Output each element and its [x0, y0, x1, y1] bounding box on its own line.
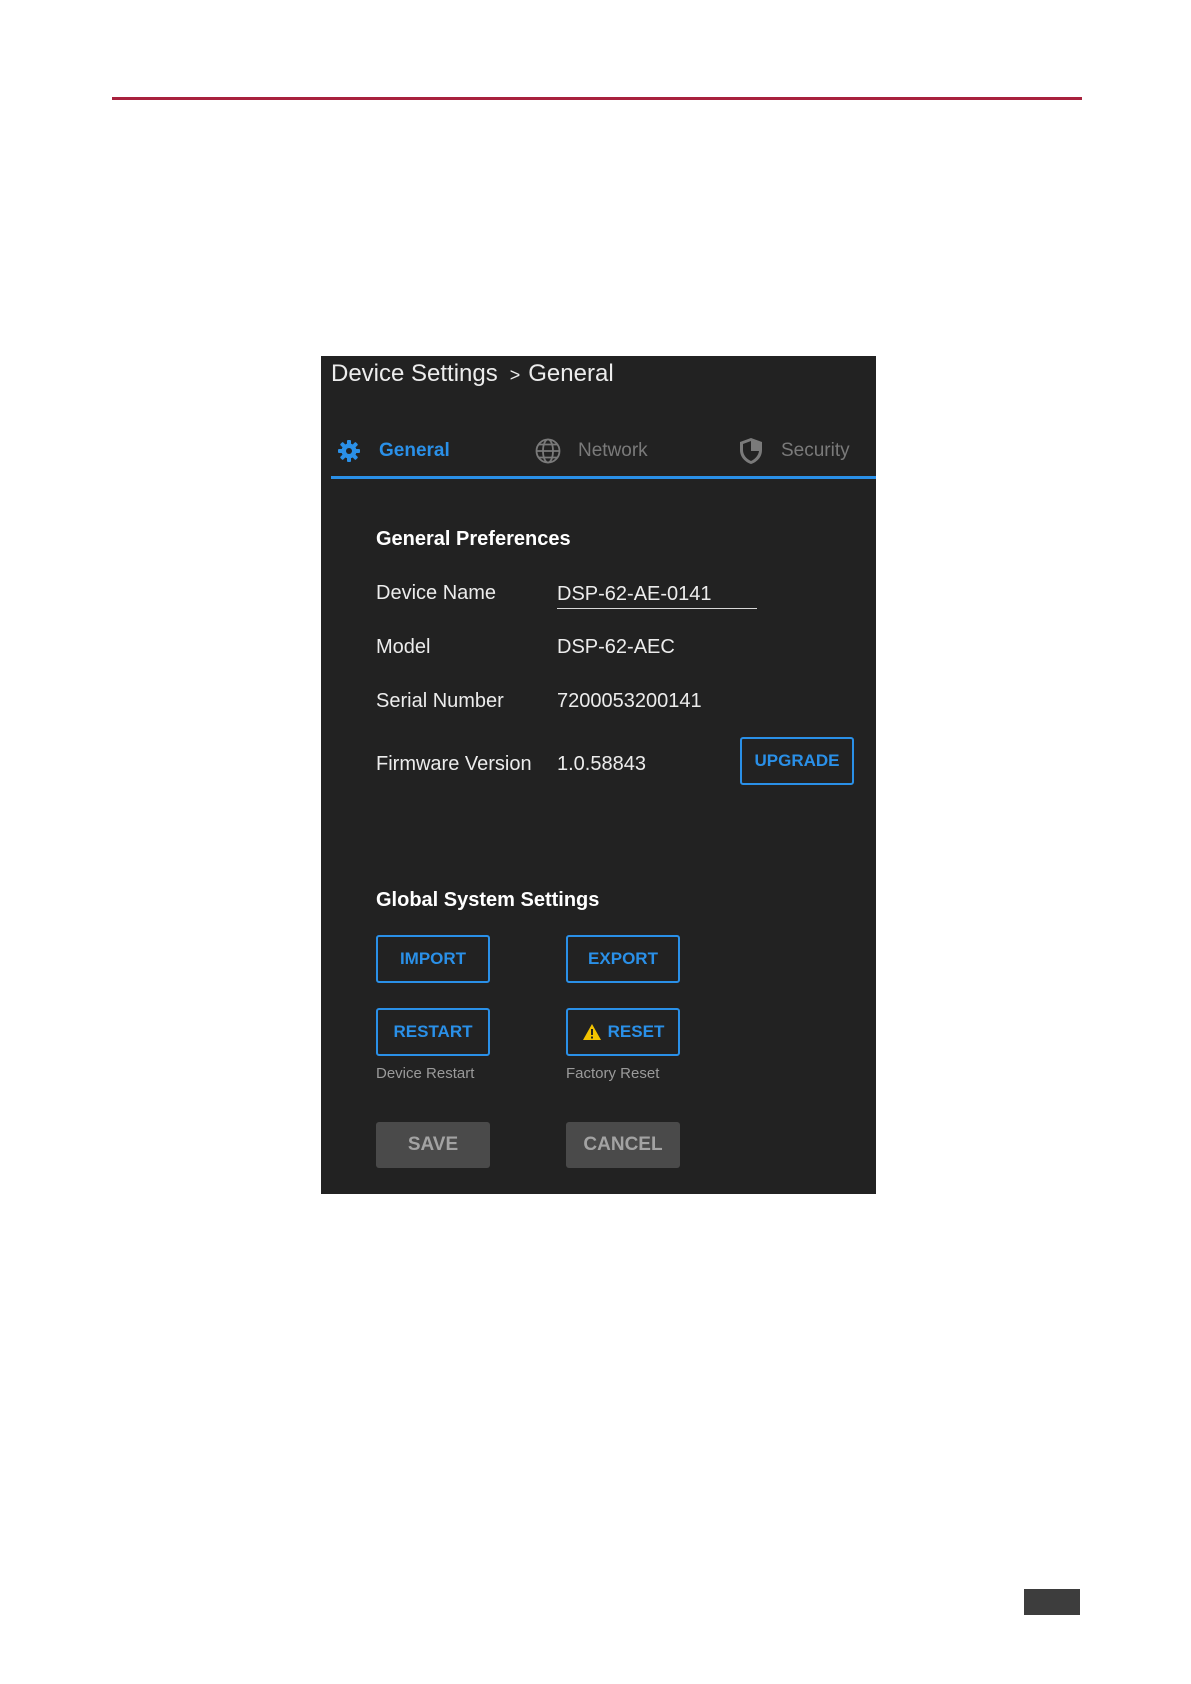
breadcrumb-separator: > — [509, 365, 521, 385]
tab-security-label: Security — [781, 440, 850, 461]
device-name-label: Device Name — [376, 582, 497, 604]
tab-general-label: General — [379, 440, 450, 461]
save-button[interactable]: SAVE — [376, 1122, 490, 1168]
tab-network-label: Network — [578, 440, 648, 461]
restart-button[interactable]: RESTART — [376, 1008, 490, 1056]
globe-icon — [534, 437, 562, 465]
breadcrumb-current: General — [528, 360, 614, 387]
general-preferences-title: General Preferences — [376, 528, 571, 550]
tab-security[interactable]: Security — [737, 426, 850, 476]
header-rule — [112, 97, 1082, 100]
firmware-version-label: Firmware Version — [376, 753, 532, 775]
cancel-button[interactable]: CANCEL — [566, 1122, 680, 1168]
warning-icon — [582, 1023, 602, 1041]
upgrade-button[interactable]: UPGRADE — [740, 737, 854, 785]
model-label: Model — [376, 636, 431, 658]
device-name-input[interactable] — [557, 580, 757, 609]
settings-tabs: General Network Security — [331, 426, 876, 479]
serial-number-value: 7200053200141 — [557, 690, 702, 712]
global-system-settings-title: Global System Settings — [376, 889, 600, 911]
reset-button[interactable]: RESET — [566, 1008, 680, 1056]
tab-network[interactable]: Network — [534, 426, 648, 476]
reset-button-label: RESET — [607, 1022, 665, 1041]
device-settings-panel: Device Settings > General General Networ… — [321, 356, 876, 1194]
serial-number-label: Serial Number — [376, 690, 504, 712]
breadcrumb: Device Settings > General — [331, 360, 614, 388]
import-button[interactable]: IMPORT — [376, 935, 490, 983]
breadcrumb-parent[interactable]: Device Settings — [331, 360, 498, 387]
device-restart-caption: Device Restart — [376, 1065, 475, 1082]
shield-icon — [737, 437, 765, 465]
gear-icon — [335, 437, 363, 465]
firmware-version-value: 1.0.58843 — [557, 753, 646, 775]
export-button[interactable]: EXPORT — [566, 935, 680, 983]
page-number-tab — [1024, 1589, 1080, 1615]
tab-general[interactable]: General — [335, 426, 450, 476]
factory-reset-caption: Factory Reset — [566, 1065, 660, 1082]
model-value: DSP-62-AEC — [557, 636, 675, 658]
